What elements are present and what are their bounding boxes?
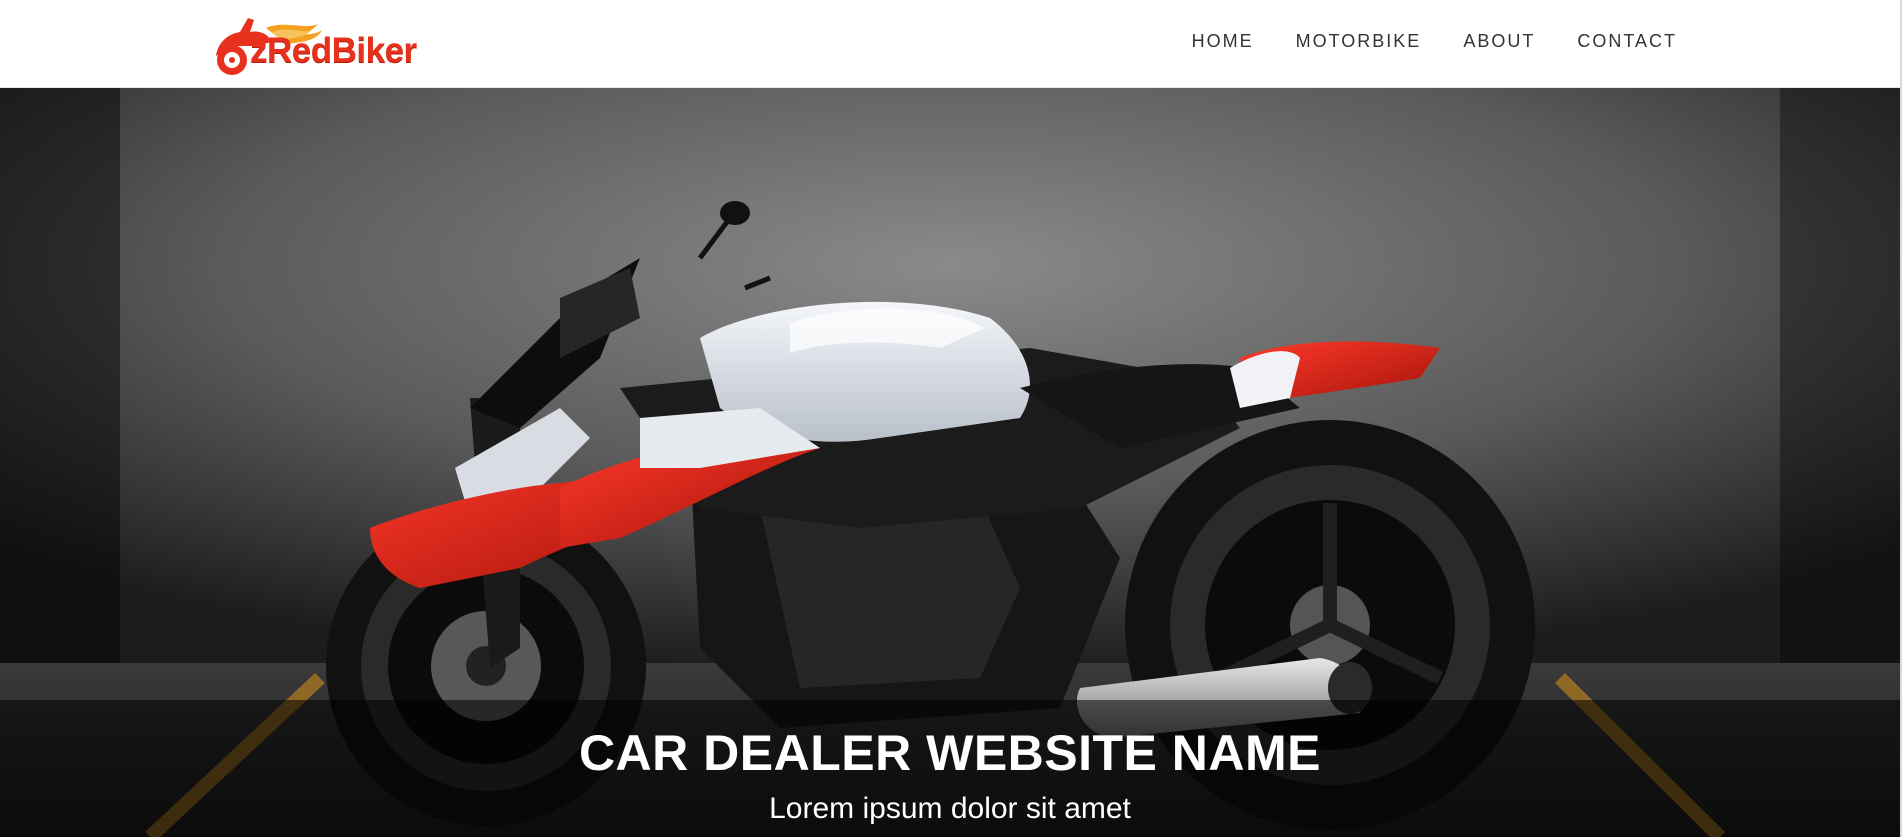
main-nav: HOME MOTORBIKE ABOUT CONTACT	[1192, 29, 1677, 53]
nav-home[interactable]: HOME	[1192, 29, 1254, 53]
hero-banner: CAR DEALER WEBSITE NAME Lorem ipsum dolo…	[0, 88, 1900, 837]
navbar: zRedBiker HOME MOTORBIKE ABOUT CONTACT	[0, 0, 1900, 88]
nav-about[interactable]: ABOUT	[1463, 29, 1535, 53]
brand-logo[interactable]: zRedBiker	[214, 12, 450, 78]
nav-motorbike[interactable]: MOTORBIKE	[1296, 29, 1422, 53]
brand-name: zRedBiker	[250, 31, 417, 70]
hero-subtitle: Lorem ipsum dolor sit amet	[769, 792, 1131, 825]
nav-contact[interactable]: CONTACT	[1577, 29, 1677, 53]
hero-title: CAR DEALER WEBSITE NAME	[578, 725, 1322, 781]
